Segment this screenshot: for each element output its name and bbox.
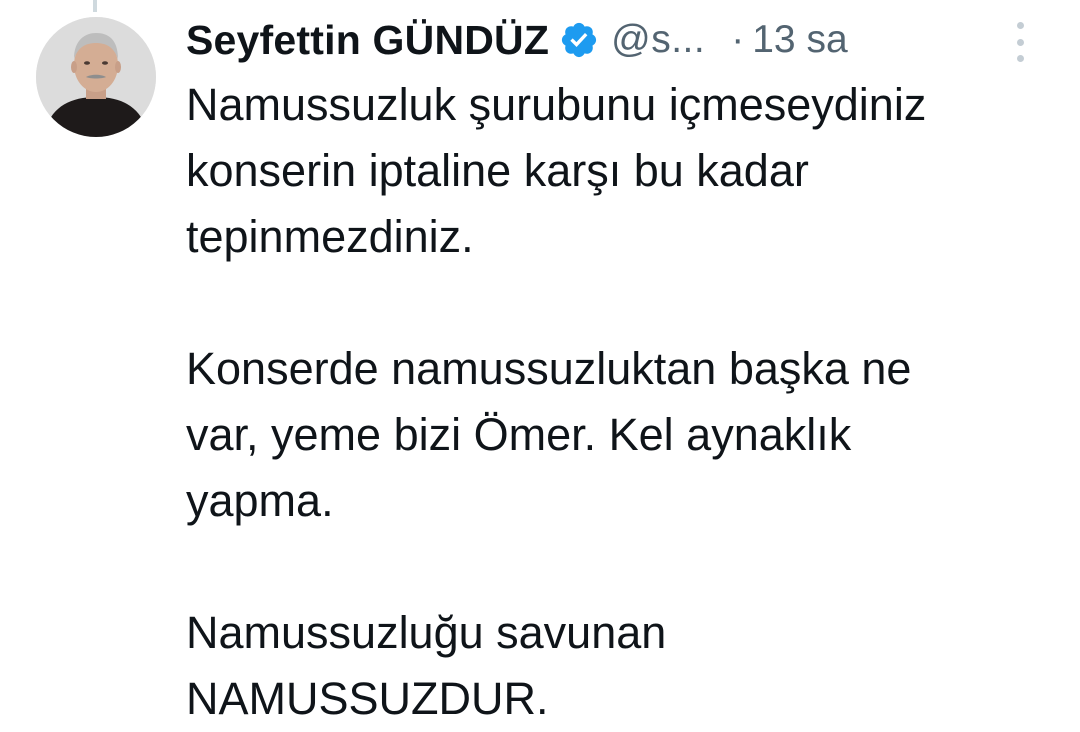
more-options-icon[interactable]	[1013, 22, 1027, 62]
tweet-paragraph: Namussuzluğu savunan NAMUSSUZDUR.	[186, 600, 1056, 732]
avatar[interactable]	[36, 17, 156, 137]
author-handle[interactable]: @s...	[611, 18, 705, 62]
tweet-text-line: Namussuzluğu savunan	[186, 607, 667, 658]
separator-dot: ·	[731, 18, 745, 61]
tweet-text-line: Konserde namussuzluktan başka ne	[186, 343, 912, 394]
tweet-text-line: konserin iptaline karşı bu kadar	[186, 145, 809, 196]
tweet[interactable]: Seyfettin GÜNDÜZ @s... · 13 sa Namussuzl…	[0, 0, 1080, 732]
tweet-text-line: NAMUSSUZDUR.	[186, 673, 549, 724]
author-name[interactable]: Seyfettin GÜNDÜZ	[186, 17, 549, 64]
tweet-text-line: tepinmezdiniz.	[186, 211, 474, 262]
tweet-header: Seyfettin GÜNDÜZ @s... · 13 sa	[186, 8, 1046, 72]
thread-connector-line	[93, 0, 97, 12]
tweet-text-line: Namussuzluk şurubunu içmeseydiniz	[186, 79, 927, 130]
tweet-timestamp[interactable]: 13 sa	[752, 18, 847, 62]
tweet-paragraph: Namussuzluk şurubunu içmeseydiniz konser…	[186, 72, 1056, 270]
verified-badge-icon[interactable]	[559, 20, 599, 60]
tweet-text-line: yapma.	[186, 475, 334, 526]
tweet-text: Namussuzluk şurubunu içmeseydiniz konser…	[186, 72, 1056, 732]
profile-photo-icon	[36, 17, 156, 137]
tweet-text-line: var, yeme bizi Ömer. Kel aynaklık	[186, 409, 852, 460]
tweet-paragraph: Konserde namussuzluktan başka ne var, ye…	[186, 336, 1056, 534]
